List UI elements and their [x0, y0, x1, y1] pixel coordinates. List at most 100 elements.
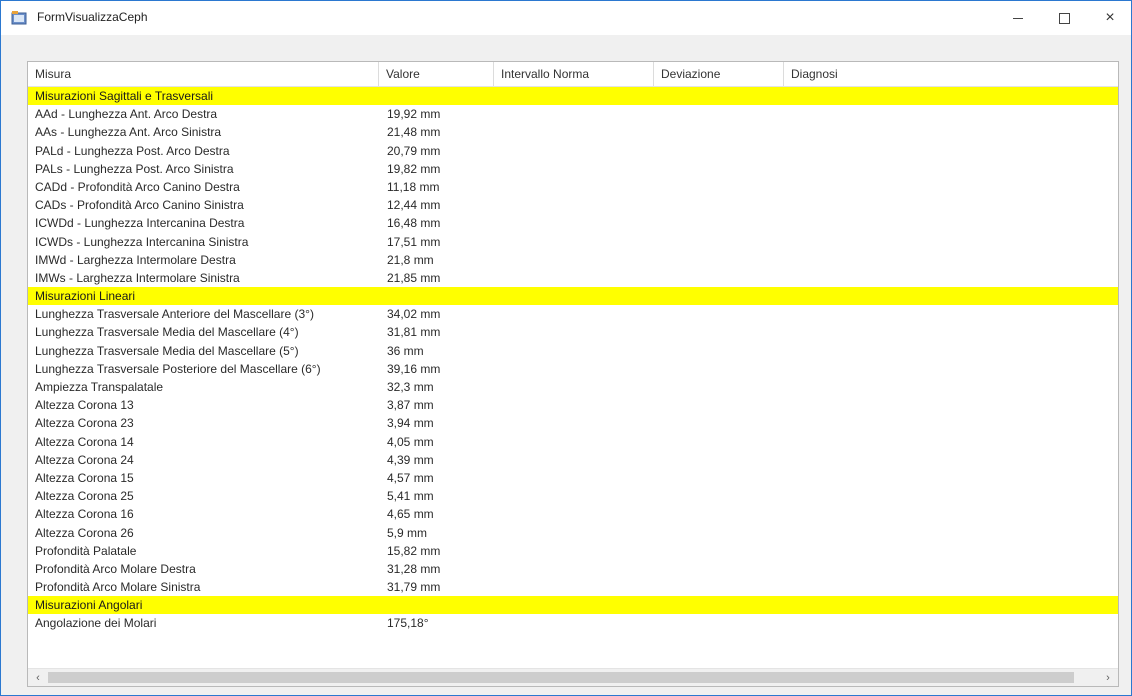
valore-cell: 39,16 mm — [387, 361, 441, 376]
misura-cell: IMWd - Larghezza Intermolare Destra — [35, 252, 236, 267]
table-row[interactable]: Lunghezza Trasversale Media del Mascella… — [28, 323, 1118, 341]
table-row[interactable]: IMWs - Larghezza Intermolare Sinistra 21,… — [28, 269, 1118, 287]
valore-cell: 36 mm — [387, 343, 424, 358]
misura-cell: Lunghezza Trasversale Anteriore del Masc… — [35, 307, 314, 322]
valore-cell: 11,18 mm — [387, 179, 440, 194]
table-row[interactable]: PALd - Lunghezza Post. Arco Destra 20,79 … — [28, 142, 1118, 160]
table-row[interactable]: CADs - Profondità Arco Canino Sinistra 12… — [28, 196, 1118, 214]
table-row[interactable]: AAd - Lunghezza Ant. Arco Destra 19,92 mm — [28, 105, 1118, 123]
misura-cell: Altezza Corona 16 — [35, 507, 134, 522]
column-header-intervallo-norma[interactable]: Intervallo Norma — [494, 62, 654, 86]
misura-cell: IMWs - Larghezza Intermolare Sinistra — [35, 270, 240, 285]
column-header-deviazione[interactable]: Deviazione — [654, 62, 784, 86]
valore-cell: 175,18° — [387, 616, 429, 631]
misura-cell: Angolazione dei Molari — [35, 616, 157, 631]
table-row[interactable]: Altezza Corona 13 3,87 mm — [28, 396, 1118, 414]
misura-cell: ICWDd - Lunghezza Intercanina Destra — [35, 216, 245, 231]
table-row[interactable]: ICWDd - Lunghezza Intercanina Destra 16,4… — [28, 214, 1118, 232]
list-header: Misura Valore Intervallo Norma Deviazion… — [28, 62, 1118, 87]
close-button[interactable]: × — [1087, 1, 1132, 35]
valore-cell: 4,65 mm — [387, 507, 434, 522]
misura-cell: PALd - Lunghezza Post. Arco Destra — [35, 143, 230, 158]
valore-cell: 31,79 mm — [387, 580, 441, 595]
horizontal-scrollbar[interactable]: ‹ › — [28, 668, 1118, 686]
misura-cell: AAs - Lunghezza Ant. Arco Sinistra — [35, 125, 222, 140]
valore-cell: 3,94 mm — [387, 416, 434, 431]
scrollbar-thumb[interactable] — [48, 672, 1074, 683]
misura-cell: Lunghezza Trasversale Media del Mascella… — [35, 325, 299, 340]
title-bar[interactable]: FormVisualizzaCeph × — [1, 1, 1131, 35]
table-row[interactable]: Altezza Corona 25 5,41 mm — [28, 487, 1118, 505]
column-header-valore[interactable]: Valore — [379, 62, 494, 86]
misura-cell: Altezza Corona 23 — [35, 416, 134, 431]
valore-cell: 5,9 mm — [387, 525, 428, 540]
valore-cell: 31,28 mm — [387, 561, 441, 576]
valore-cell: 12,44 mm — [387, 198, 441, 213]
app-window: FormVisualizzaCeph × Misura Valore Inter… — [0, 0, 1132, 696]
misura-cell: Profondità Arco Molare Destra — [35, 561, 196, 576]
misura-cell: CADs - Profondità Arco Canino Sinistra — [35, 198, 244, 213]
misura-cell: PALs - Lunghezza Post. Arco Sinistra — [35, 161, 234, 176]
group-label: Misurazioni Angolari — [35, 598, 143, 613]
table-row[interactable]: Altezza Corona 15 4,57 mm — [28, 469, 1118, 487]
valore-cell: 16,48 mm — [387, 216, 441, 231]
table-row[interactable]: ICWDs - Lunghezza Intercanina Sinistra 17… — [28, 233, 1118, 251]
valore-cell: 15,82 mm — [387, 543, 441, 558]
table-row[interactable]: Altezza Corona 16 4,65 mm — [28, 505, 1118, 523]
table-row[interactable]: Profondità Palatale 15,82 mm — [28, 542, 1118, 560]
misura-cell: Altezza Corona 14 — [35, 434, 134, 449]
table-row[interactable]: Altezza Corona 26 5,9 mm — [28, 524, 1118, 542]
table-row[interactable]: Lunghezza Trasversale Anteriore del Masc… — [28, 305, 1118, 323]
valore-cell: 19,92 mm — [387, 107, 441, 122]
valore-cell: 21,8 mm — [387, 252, 434, 267]
misura-cell: Altezza Corona 15 — [35, 470, 134, 485]
valore-cell: 4,57 mm — [387, 470, 434, 485]
misura-cell: Altezza Corona 26 — [35, 525, 134, 540]
maximize-button[interactable] — [1041, 1, 1087, 35]
minimize-button[interactable] — [995, 1, 1041, 35]
valore-cell: 5,41 mm — [387, 489, 434, 504]
valore-cell: 3,87 mm — [387, 398, 434, 413]
misura-cell: CADd - Profondità Arco Canino Destra — [35, 179, 240, 194]
valore-cell: 31,81 mm — [387, 325, 441, 340]
group-header-row[interactable]: Misurazioni Sagittali e Trasversali — [28, 87, 1118, 106]
table-row[interactable]: Altezza Corona 23 3,94 mm — [28, 414, 1118, 432]
table-row[interactable]: Profondità Arco Molare Sinistra 31,79 mm — [28, 578, 1118, 596]
valore-cell: 4,05 mm — [387, 434, 434, 449]
group-header-row[interactable]: Misurazioni Lineari — [28, 287, 1118, 306]
misura-cell: Profondità Arco Molare Sinistra — [35, 580, 201, 595]
scroll-right-icon[interactable]: › — [1100, 669, 1116, 686]
window-title: FormVisualizzaCeph — [37, 10, 148, 24]
table-row[interactable]: Ampiezza Transpalatale 32,3 mm — [28, 378, 1118, 396]
valore-cell: 21,48 mm — [387, 125, 441, 140]
list-rows: Misurazioni Sagittali e Trasversali AAd -… — [28, 87, 1118, 633]
table-row[interactable]: CADd - Profondità Arco Canino Destra 11,1… — [28, 178, 1118, 196]
column-header-misura[interactable]: Misura — [28, 62, 379, 86]
misura-cell: ICWDs - Lunghezza Intercanina Sinistra — [35, 234, 249, 249]
valore-cell: 19,82 mm — [387, 161, 441, 176]
misura-cell: Lunghezza Trasversale Posteriore del Mas… — [35, 361, 321, 376]
scroll-left-icon[interactable]: ‹ — [30, 669, 46, 686]
table-row[interactable]: Angolazione dei Molari 175,18° — [28, 614, 1118, 632]
table-row[interactable]: IMWd - Larghezza Intermolare Destra 21,8 … — [28, 251, 1118, 269]
measurements-list[interactable]: Misura Valore Intervallo Norma Deviazion… — [27, 61, 1119, 687]
table-row[interactable]: Profondità Arco Molare Destra 31,28 mm — [28, 560, 1118, 578]
table-row[interactable]: PALs - Lunghezza Post. Arco Sinistra 19,8… — [28, 160, 1118, 178]
valore-cell: 21,85 mm — [387, 270, 441, 285]
valore-cell: 32,3 mm — [387, 380, 434, 394]
table-row[interactable]: Lunghezza Trasversale Media del Mascella… — [28, 342, 1118, 360]
misura-cell: Altezza Corona 25 — [35, 489, 134, 504]
group-header-row[interactable]: Misurazioni Angolari — [28, 596, 1118, 615]
minimize-icon — [1013, 17, 1023, 19]
maximize-icon — [1058, 12, 1070, 24]
valore-cell: 17,51 mm — [387, 234, 441, 249]
misura-cell: Ampiezza Transpalatale — [35, 380, 164, 394]
column-header-diagnosi[interactable]: Diagnosi — [784, 62, 1118, 86]
misura-cell: Profondità Palatale — [35, 543, 137, 558]
table-row[interactable]: AAs - Lunghezza Ant. Arco Sinistra 21,48 … — [28, 123, 1118, 141]
table-row[interactable]: Altezza Corona 24 4,39 mm — [28, 451, 1118, 469]
group-label: Misurazioni Sagittali e Trasversali — [35, 89, 214, 103]
table-row[interactable]: Lunghezza Trasversale Posteriore del Mas… — [28, 360, 1118, 378]
form-app-icon — [11, 11, 27, 25]
table-row[interactable]: Altezza Corona 14 4,05 mm — [28, 433, 1118, 451]
